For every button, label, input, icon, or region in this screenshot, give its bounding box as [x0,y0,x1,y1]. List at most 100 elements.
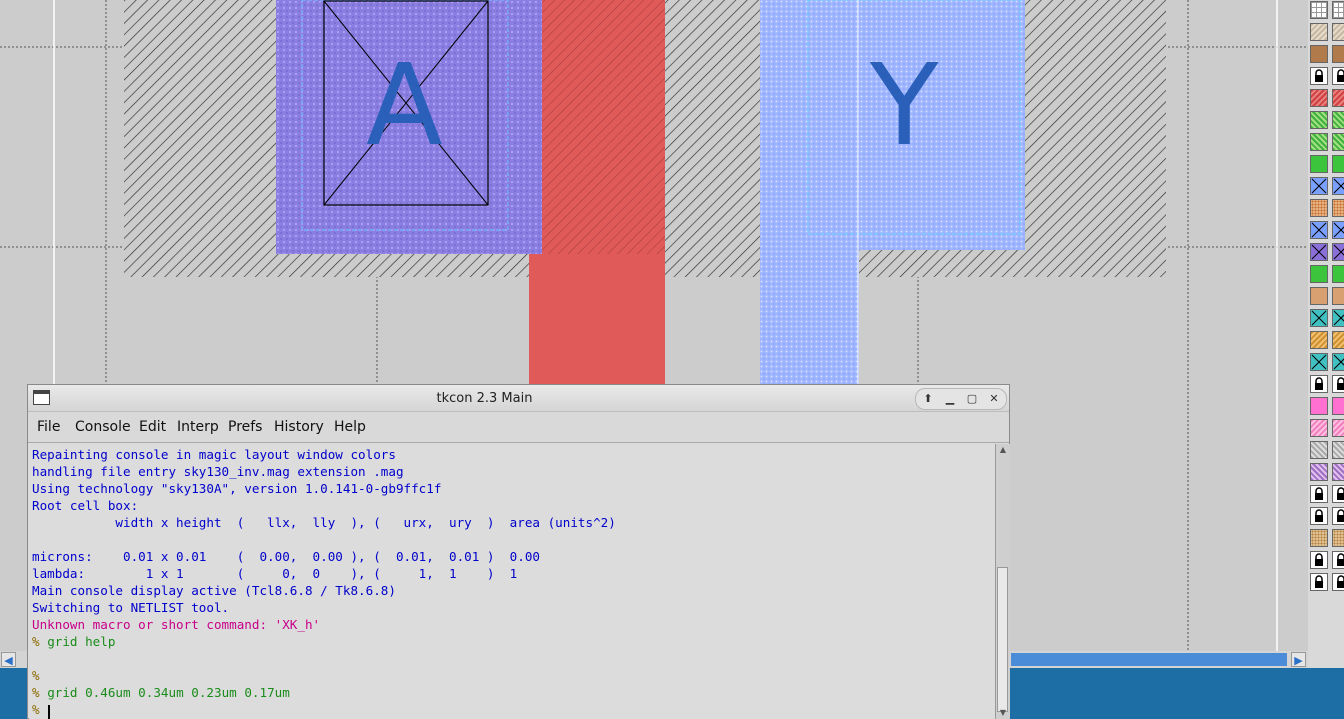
command-text: grid help [47,634,116,649]
palette-tile-secondary-icon[interactable] [1332,353,1344,371]
menu-file[interactable]: File [37,419,60,435]
palette-tile-green-hatch-icon[interactable] [1310,111,1328,129]
console-line: width x height ( llx, lly ), ( urx, ury … [32,515,616,530]
console-prompt-line: % [32,667,40,684]
tkcon-window[interactable]: tkcon 2.3 Main ⬆ ▁ ▢ ✕ File Console Edit… [27,384,1010,719]
maximize-icon[interactable]: ▢ [963,390,981,408]
window-titlebar[interactable]: tkcon 2.3 Main ⬆ ▁ ▢ ✕ [28,385,1009,412]
window-title: tkcon 2.3 Main [436,391,533,406]
palette-tile-secondary-icon[interactable] [1332,111,1344,129]
palette-tile-secondary-icon[interactable] [1332,89,1344,107]
palette-tile-orange-hatch-icon[interactable] [1310,331,1328,349]
palette-tile-hatch-tan-icon[interactable] [1310,23,1328,41]
console-output[interactable]: Repainting console in magic layout windo… [29,444,995,719]
palette-tile-teal-x-icon[interactable] [1310,353,1328,371]
console-prompt-line: % grid 0.46um 0.34um 0.23um 0.17um [32,684,290,701]
pin-y-label: Y [870,41,939,171]
palette-tile-secondary-icon[interactable] [1332,133,1344,151]
menu-edit[interactable]: Edit [139,419,166,435]
palette-tile-secondary-icon[interactable] [1332,463,1344,481]
palette-tile-purple-x-icon[interactable] [1310,243,1328,261]
console-line: Root cell box: [32,498,139,513]
menu-help[interactable]: Help [334,419,366,435]
palette-tile-secondary-icon[interactable] [1332,309,1344,327]
palette-tile-secondary-icon[interactable] [1332,507,1344,525]
command-text: grid 0.46um 0.34um 0.23um 0.17um [47,685,290,700]
palette-tile-secondary-icon[interactable] [1332,551,1344,569]
palette-tile-secondary-icon[interactable] [1332,375,1344,393]
palette-tile-tan-dots-icon[interactable] [1310,529,1328,547]
palette-tile-brown-icon[interactable] [1310,45,1328,63]
palette-tile-secondary-icon[interactable] [1332,243,1344,261]
prompt-symbol: % [32,668,40,683]
palette-tile-blue-x-icon[interactable] [1310,177,1328,195]
palette-tile-secondary-icon[interactable] [1332,529,1344,547]
palette-tile-secondary-icon[interactable] [1332,397,1344,415]
menu-history[interactable]: History [274,419,324,435]
console-vertical-scrollbar[interactable]: ▲ ▼ [995,444,1010,719]
pin-y-strap [760,250,859,384]
console-line: Using technology "sky130A", version 1.0.… [32,481,442,496]
palette-tile-purple-hatch-icon[interactable] [1310,463,1328,481]
scroll-up-icon[interactable]: ▲ [997,445,1009,455]
palette-tile-green-hatch-icon[interactable] [1310,133,1328,151]
palette-tile-secondary-icon[interactable] [1332,177,1344,195]
palette-tile-grid-icon[interactable] [1310,1,1328,19]
console-prompt-line: % grid help [32,633,115,650]
palette-tile-green-icon[interactable] [1310,265,1328,283]
prompt-symbol: % [32,685,40,700]
palette-tile-lock-icon[interactable] [1310,573,1328,591]
palette-tile-secondary-icon[interactable] [1332,155,1344,173]
scroll-down-icon[interactable]: ▼ [997,708,1009,718]
palette-tile-grey-hatch-icon[interactable] [1310,441,1328,459]
console-line: lambda: 1 x 1 ( 0, 0 ), ( 1, 1 ) 1 [32,566,518,581]
menu-interp[interactable]: Interp [177,419,219,435]
menu-prefs[interactable]: Prefs [228,419,262,435]
palette-tile-blue-x-icon[interactable] [1310,221,1328,239]
scroll-left-icon[interactable]: ◀ [1,652,16,667]
poly-contact-region [529,254,665,384]
scroll-right-icon[interactable]: ▶ [1291,652,1306,667]
console-line: handling file entry sky130_inv.mag exten… [32,464,404,479]
palette-tile-green-icon[interactable] [1310,155,1328,173]
palette-tile-secondary-icon[interactable] [1332,331,1344,349]
palette-tile-secondary-icon[interactable] [1332,199,1344,217]
close-icon[interactable]: ✕ [985,390,1003,408]
scrollbar-thumb[interactable] [1011,653,1287,666]
palette-tile-lock-icon[interactable] [1310,67,1328,85]
palette-tile-lock-icon[interactable] [1310,551,1328,569]
console-line: Switching to NETLIST tool. [32,600,230,615]
palette-tile-pink-hatch-icon[interactable] [1310,419,1328,437]
palette-tile-secondary-icon[interactable] [1332,441,1344,459]
palette-tile-secondary-icon[interactable] [1332,265,1344,283]
palette-tile-secondary-icon[interactable] [1332,221,1344,239]
palette-tile-secondary-icon[interactable] [1332,1,1344,19]
prompt-symbol: % [32,702,40,717]
palette-tile-secondary-icon[interactable] [1332,419,1344,437]
palette-tile-secondary-icon[interactable] [1332,45,1344,63]
palette-tile-secondary-icon[interactable] [1332,23,1344,41]
menu-bar: File Console Edit Interp Prefs History H… [28,412,1009,443]
palette-tile-secondary-icon[interactable] [1332,485,1344,503]
palette-tile-lock-icon[interactable] [1310,375,1328,393]
palette-tile-secondary-icon[interactable] [1332,67,1344,85]
palette-tile-orange-dots-icon[interactable] [1310,199,1328,217]
palette-tile-lock-icon[interactable] [1310,485,1328,503]
layer-palette[interactable] [1308,0,1344,719]
palette-tile-tan-icon[interactable] [1310,287,1328,305]
palette-tile-lock-icon[interactable] [1310,507,1328,525]
console-line: Main console display active (Tcl8.6.8 / … [32,583,396,598]
console-input-line[interactable]: % [32,701,40,718]
console-error-line: Unknown macro or short command: 'XK_h' [32,617,321,632]
prompt-symbol: % [32,634,40,649]
scrollbar-thumb[interactable] [997,567,1008,712]
palette-tile-red-hatch-icon[interactable] [1310,89,1328,107]
palette-tile-pink-icon[interactable] [1310,397,1328,415]
palette-tile-secondary-icon[interactable] [1332,573,1344,591]
keep-above-icon[interactable]: ⬆ [919,390,937,408]
console-line: Repainting console in magic layout windo… [32,447,396,462]
palette-tile-teal-x-icon[interactable] [1310,309,1328,327]
minimize-icon[interactable]: ▁ [941,390,959,408]
menu-console[interactable]: Console [75,419,131,435]
palette-tile-secondary-icon[interactable] [1332,287,1344,305]
